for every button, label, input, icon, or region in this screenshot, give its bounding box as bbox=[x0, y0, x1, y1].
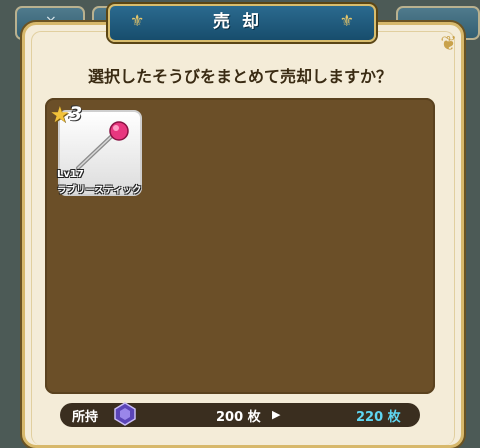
dialog-title-banner: ⚜ 売却 ⚜ bbox=[108, 4, 376, 42]
confirm-question: 選択したそうびをまとめて売却しますか？ bbox=[87, 67, 392, 86]
star-icon: ★ bbox=[50, 103, 70, 128]
currency-bar: 所持 200 枚 ▶ 220 枚 bbox=[60, 402, 420, 427]
rarity-badge: ★ 3 bbox=[50, 103, 92, 129]
corner-ornament-icon: ❦ bbox=[440, 31, 457, 55]
owned-label: 所持 bbox=[72, 410, 99, 425]
fleur-ornament-icon: ⚜ bbox=[339, 11, 354, 30]
amount-after-sale: 220 枚 bbox=[356, 410, 401, 425]
rarity-value: 3 bbox=[69, 103, 83, 125]
item-level: Lv17 bbox=[57, 169, 84, 180]
fleur-ornament-icon: ⚜ bbox=[130, 11, 145, 30]
item-name: ラブリースティック bbox=[57, 185, 142, 196]
purple-gem-icon bbox=[114, 402, 136, 426]
current-amount: 200 枚 bbox=[216, 410, 261, 425]
dialog-title: 売却 bbox=[213, 12, 271, 32]
arrow-right-icon: ▶ bbox=[272, 408, 281, 421]
